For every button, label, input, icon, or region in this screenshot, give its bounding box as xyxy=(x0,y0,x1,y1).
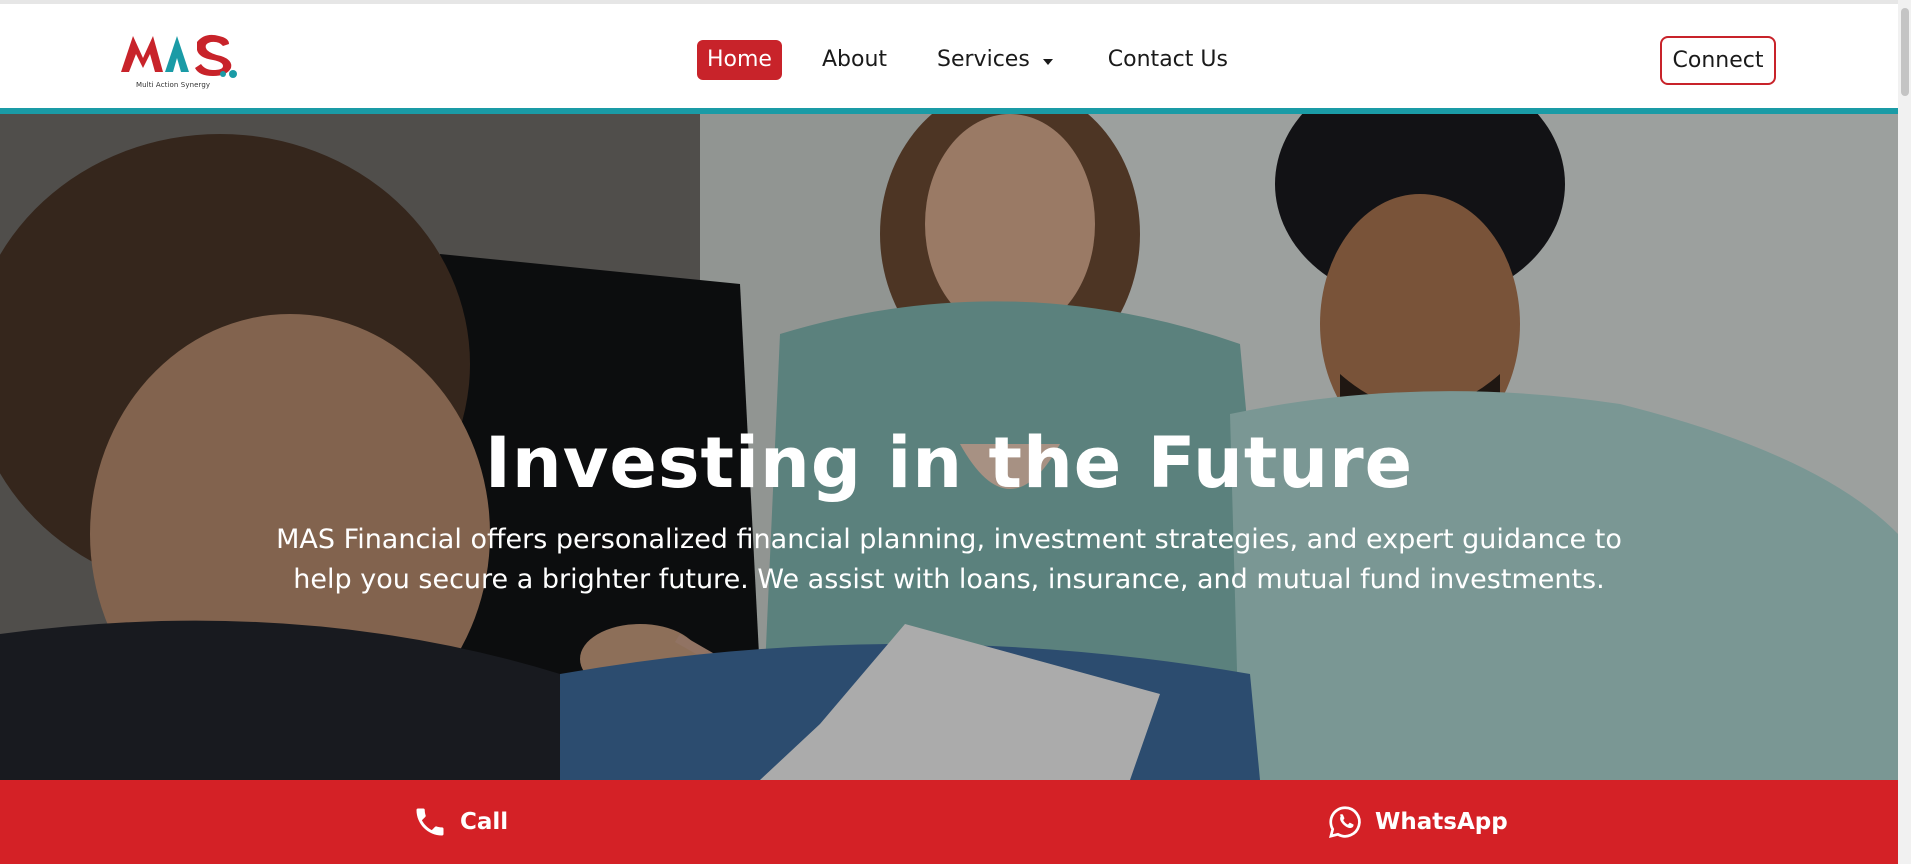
mas-logo-mark xyxy=(121,34,237,78)
whatsapp-icon xyxy=(1327,804,1363,840)
nav-contact-us[interactable]: Contact Us xyxy=(1098,40,1238,80)
whatsapp-label: WhatsApp xyxy=(1375,809,1508,835)
call-button[interactable]: Call xyxy=(412,780,508,864)
nav-home[interactable]: Home xyxy=(697,40,782,80)
phone-icon xyxy=(412,804,448,840)
chevron-down-icon xyxy=(1042,58,1053,65)
nav-services-label: Services xyxy=(937,47,1030,72)
logo-tagline: Multi Action Synergy xyxy=(136,81,211,89)
call-label: Call xyxy=(460,809,509,835)
hero-subtitle: MAS Financial offers personalized financ… xyxy=(260,520,1638,600)
hero-subtitle-line-2: help you secure a brighter future. We as… xyxy=(293,564,1605,595)
page-scrollbar[interactable] xyxy=(1898,0,1911,864)
navbar: Multi Action Synergy Home About Services… xyxy=(0,4,1898,111)
whatsapp-button[interactable]: WhatsApp xyxy=(1327,780,1508,864)
hero-section: Investing in the Future MAS Financial of… xyxy=(0,114,1898,780)
main-nav: Home About Services Contact Us xyxy=(697,40,1238,80)
logo[interactable]: Multi Action Synergy xyxy=(119,28,243,94)
nav-about[interactable]: About xyxy=(812,40,897,80)
hero-subtitle-line-1: MAS Financial offers personalized financ… xyxy=(276,524,1622,555)
scrollbar-thumb[interactable] xyxy=(1901,8,1909,96)
hero-title: Investing in the Future xyxy=(484,422,1414,504)
contact-action-bar: Call WhatsApp xyxy=(0,780,1898,864)
nav-services[interactable]: Services xyxy=(927,40,1063,80)
connect-button[interactable]: Connect xyxy=(1660,36,1776,85)
